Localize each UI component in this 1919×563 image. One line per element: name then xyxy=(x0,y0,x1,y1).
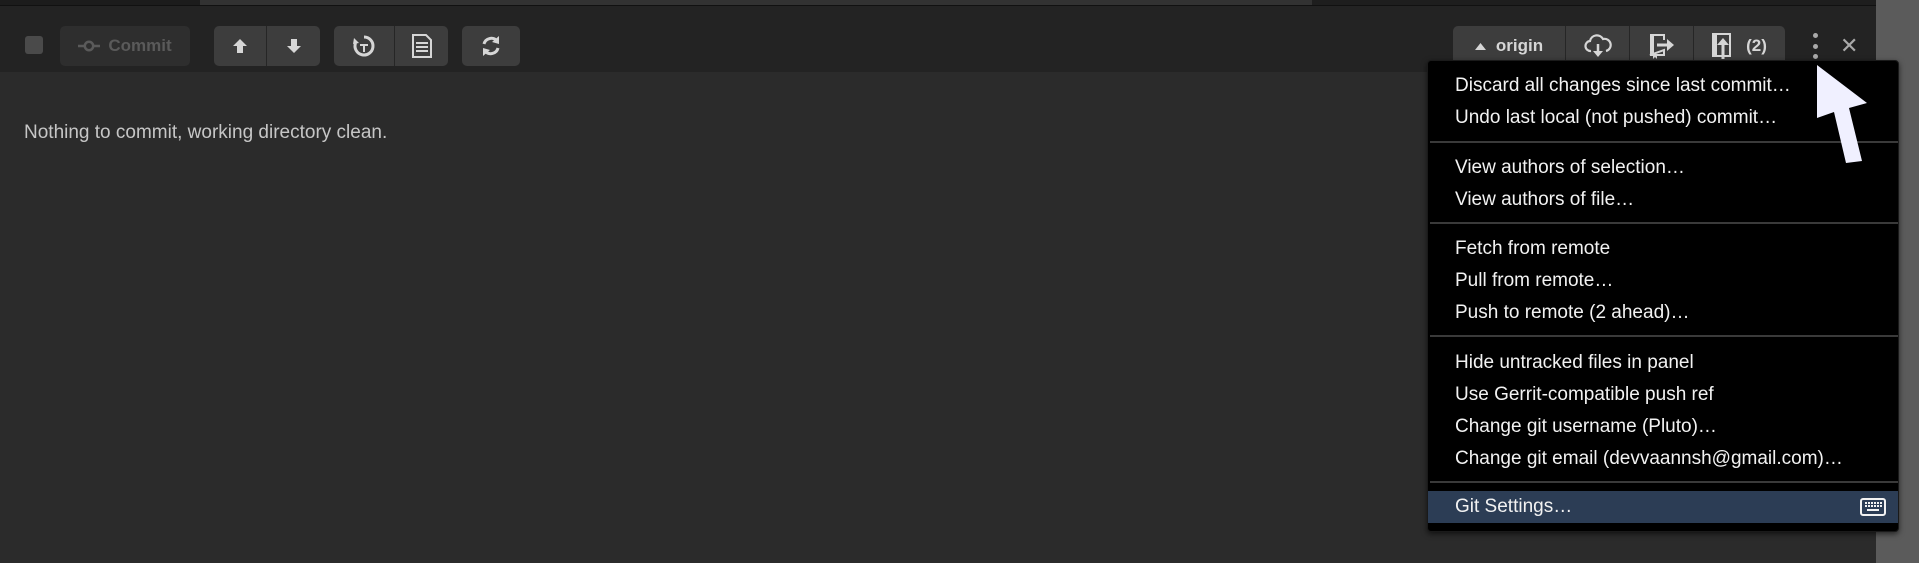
close-icon[interactable]: ✕ xyxy=(1840,31,1858,61)
menu-divider xyxy=(1430,481,1898,483)
menu-item-pull[interactable]: Pull from remote… xyxy=(1428,266,1898,296)
remote-label: origin xyxy=(1495,36,1544,55)
menu-item-hide-untracked[interactable]: Hide untracked files in panel xyxy=(1428,348,1898,378)
menu-item-git-settings[interactable]: Git Settings… xyxy=(1428,491,1898,523)
commit-icon xyxy=(78,40,101,52)
push-count: (2) xyxy=(1746,36,1767,55)
commit-button[interactable]: Commit xyxy=(60,26,190,66)
more-options-icon[interactable] xyxy=(1810,33,1820,59)
file-icon xyxy=(411,34,432,58)
menu-item-change-username[interactable]: Change git username (Pluto)… xyxy=(1428,412,1898,442)
arrow-down-icon xyxy=(286,39,301,53)
menu-item-authors-file[interactable]: View authors of file… xyxy=(1428,185,1898,215)
commit-label: Commit xyxy=(108,36,172,55)
caret-up-icon xyxy=(1474,42,1486,50)
menu-item-label: Git Settings… xyxy=(1455,496,1573,517)
status-message: Nothing to commit, working directory cle… xyxy=(24,122,388,143)
menu-item-fetch[interactable]: Fetch from remote xyxy=(1428,234,1898,264)
navigate-group xyxy=(214,26,320,66)
pull-icon xyxy=(1649,34,1674,59)
next-change-button[interactable] xyxy=(266,26,320,66)
history-button[interactable] xyxy=(334,26,394,66)
history-icon xyxy=(353,35,375,57)
mouse-pointer-icon xyxy=(1817,65,1867,163)
history-group xyxy=(334,26,448,66)
cloud-download-icon xyxy=(1583,34,1612,57)
menu-divider xyxy=(1430,335,1898,337)
prev-change-button[interactable] xyxy=(214,26,266,66)
refresh-group xyxy=(462,26,520,66)
arrow-up-icon xyxy=(233,39,247,53)
menu-item-change-email[interactable]: Change git email (devvaannsh@gmail.com)… xyxy=(1428,444,1898,474)
keyboard-icon xyxy=(1860,498,1886,516)
refresh-button[interactable] xyxy=(462,26,520,66)
push-icon xyxy=(1712,33,1732,59)
menu-divider xyxy=(1430,222,1898,224)
select-all-checkbox[interactable] xyxy=(25,36,43,54)
menu-item-push[interactable]: Push to remote (2 ahead)… xyxy=(1428,298,1898,328)
refresh-icon xyxy=(482,36,500,56)
file-history-button[interactable] xyxy=(394,26,448,66)
menu-item-gerrit-push-ref[interactable]: Use Gerrit-compatible push ref xyxy=(1428,380,1898,410)
